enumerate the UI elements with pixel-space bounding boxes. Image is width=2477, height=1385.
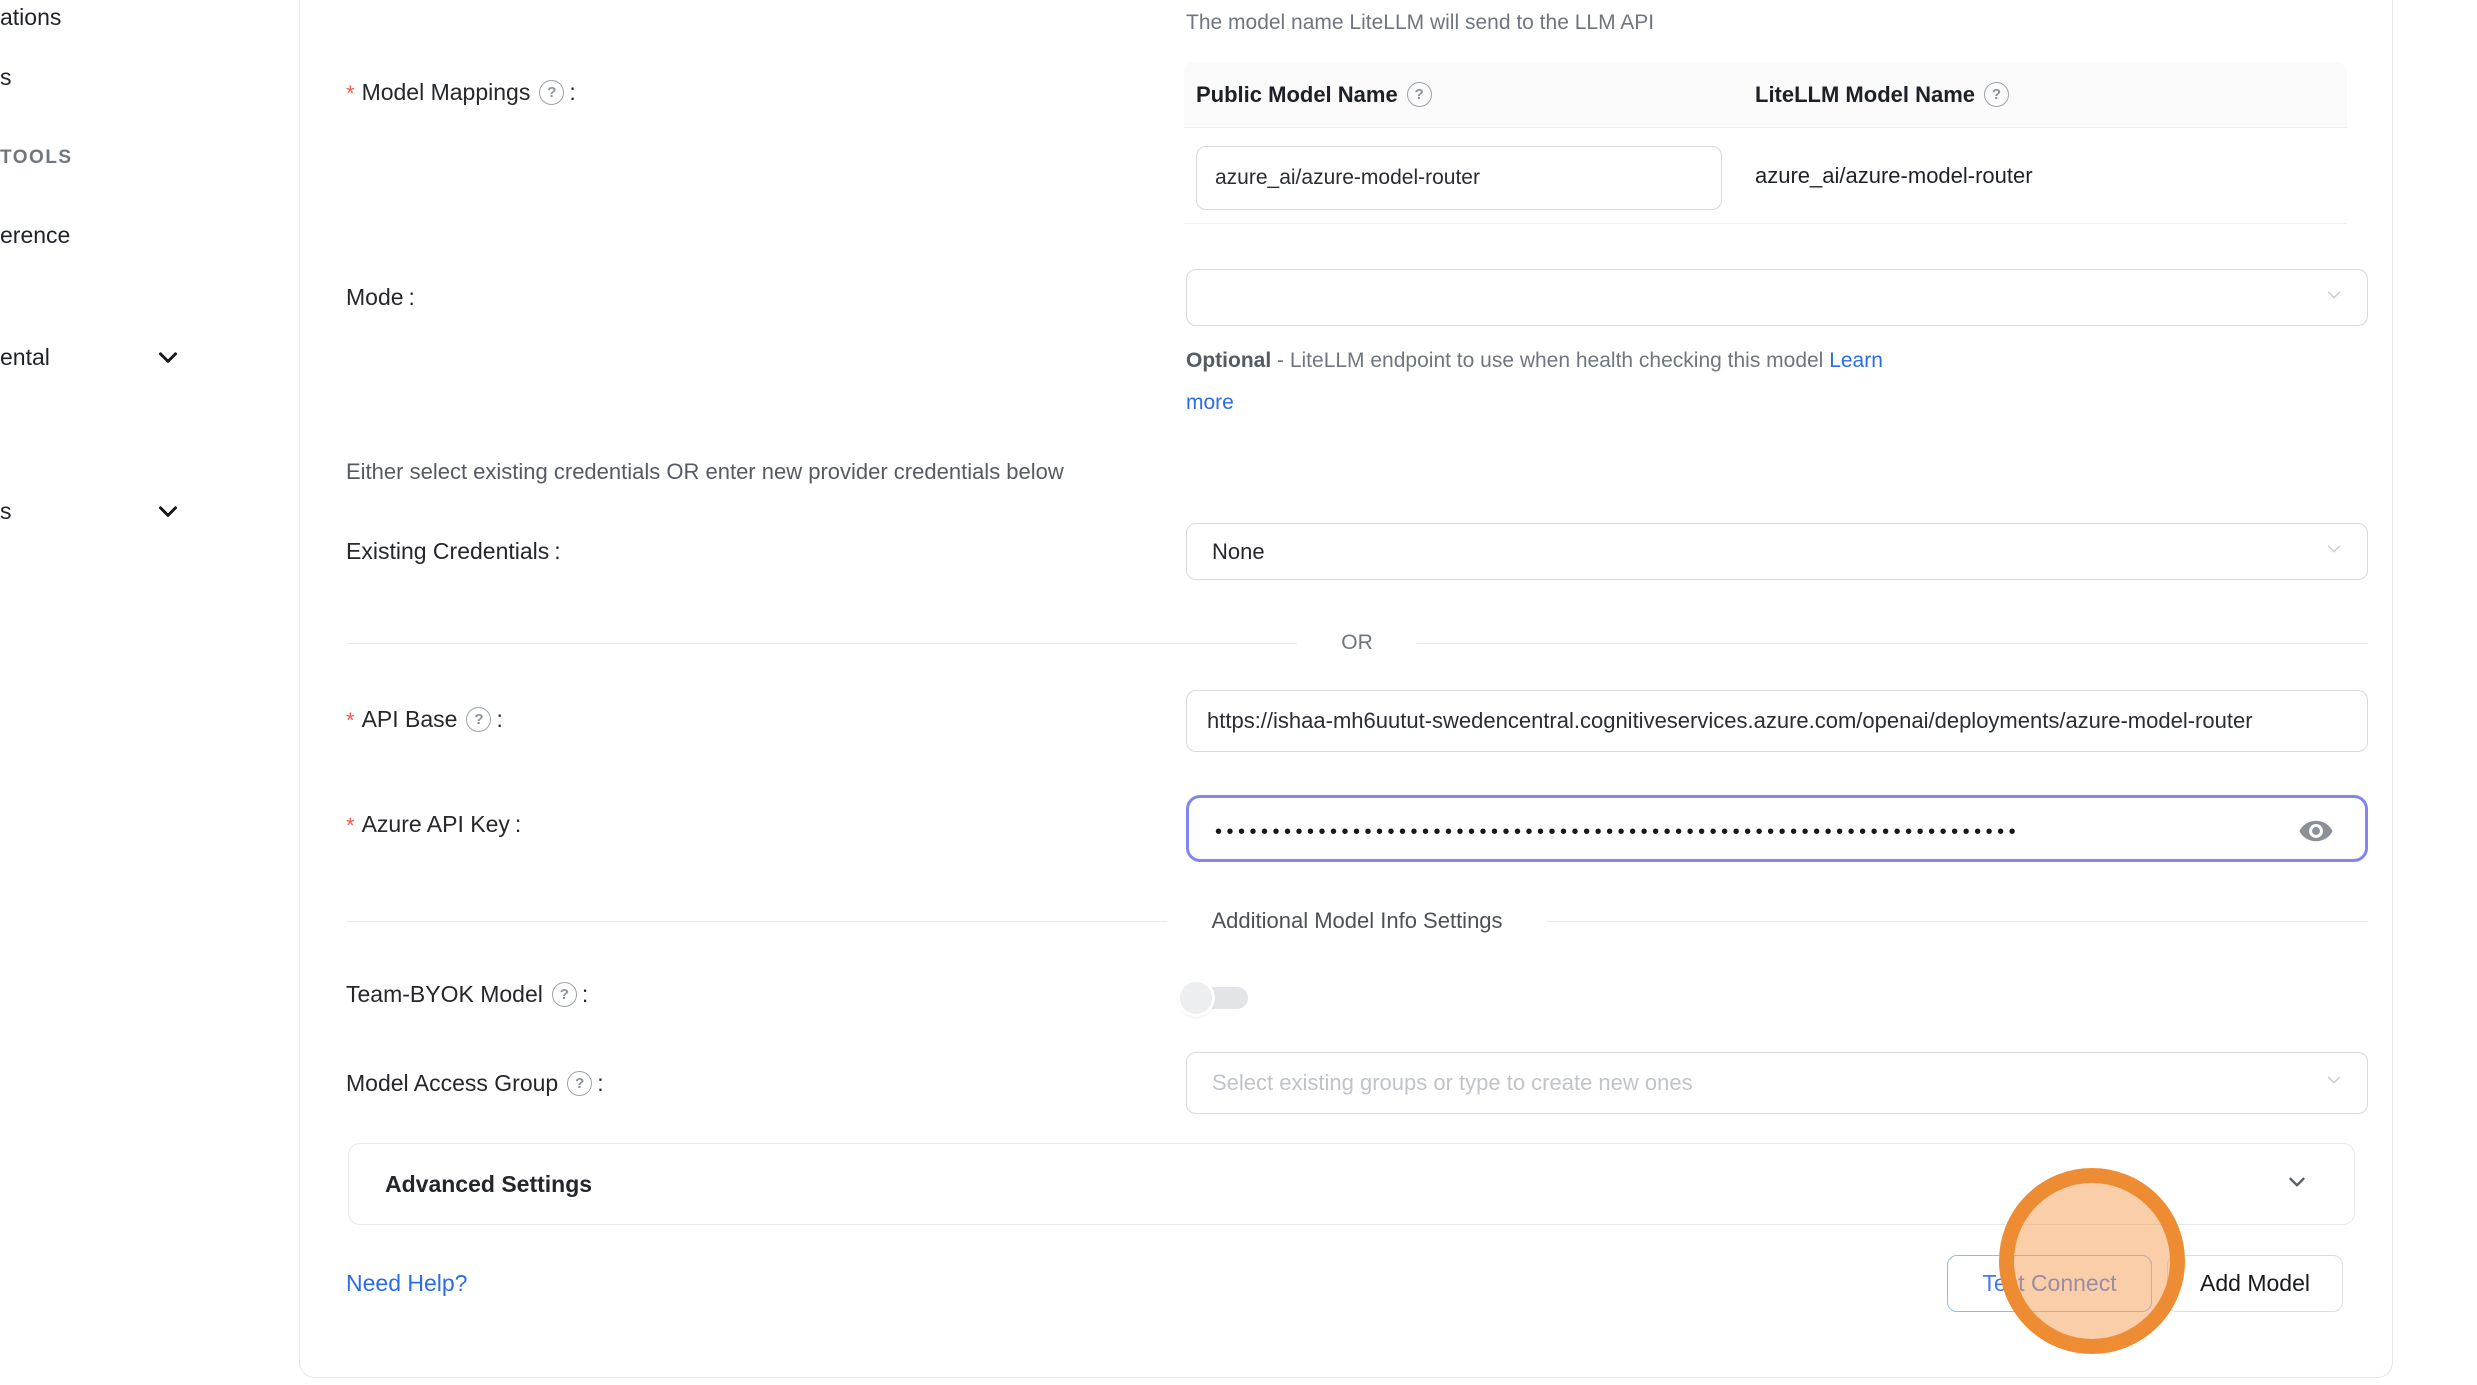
divider-line: [1417, 643, 2368, 644]
existing-credentials-select[interactable]: None: [1186, 523, 2368, 580]
learn-more-link[interactable]: Learn: [1829, 349, 1883, 372]
label-text: Existing Credentials: [346, 538, 549, 565]
sidebar-item-label: s: [0, 64, 12, 91]
sidebar-item-erence[interactable]: erence: [0, 219, 70, 251]
existing-credentials-value: None: [1212, 539, 1265, 565]
sidebar-item-s2[interactable]: s: [0, 495, 12, 527]
column-header-label: Public Model Name: [1196, 82, 1398, 108]
help-icon[interactable]: ?: [552, 982, 577, 1007]
api-base-input[interactable]: [1186, 690, 2368, 752]
add-model-form: The model name LiteLLM will send to the …: [0, 0, 2477, 1385]
sidebar: ations s TOOLS erence ental s: [0, 0, 298, 1385]
label-text: Azure API Key: [362, 811, 510, 838]
sidebar-item-label: s: [0, 498, 12, 525]
label-text: API Base: [362, 706, 458, 733]
chevron-down-icon: [2323, 284, 2345, 312]
required-marker: *: [346, 81, 355, 107]
model-name-hint: The model name LiteLLM will send to the …: [1186, 11, 1654, 35]
help-icon[interactable]: ?: [539, 80, 564, 105]
sidebar-item-label: ental: [0, 344, 50, 371]
model-mappings-table-header: Public Model Name ? LiteLLM Model Name ?: [1184, 62, 2347, 128]
masked-password-value: ••••••••••••••••••••••••••••••••••••••••…: [1215, 822, 2365, 842]
model-access-group-placeholder: Select existing groups or type to create…: [1212, 1070, 1693, 1096]
label-colon: :: [597, 1070, 603, 1097]
azure-api-key-label: * Azure API Key :: [346, 808, 521, 840]
sidebar-section-label: TOOLS: [0, 147, 73, 169]
model-mappings-table-row: azure_ai/azure-model-router: [1184, 128, 2347, 224]
label-text: Model Mappings: [362, 79, 531, 106]
column-header-public-model-name: Public Model Name ?: [1184, 82, 1755, 108]
additional-info-divider-label: Additional Model Info Settings: [1211, 908, 1502, 934]
sidebar-section-tools: TOOLS: [0, 145, 73, 171]
chevron-down-icon: [2323, 538, 2345, 566]
required-marker: *: [346, 813, 355, 839]
chevron-down-icon: [2323, 1069, 2345, 1097]
label-colon: :: [582, 981, 588, 1008]
optional-emphasis: Optional: [1186, 349, 1271, 372]
label-colon: :: [554, 538, 560, 565]
learn-more-link[interactable]: more: [1186, 391, 1234, 414]
help-icon[interactable]: ?: [1407, 82, 1432, 107]
or-divider: OR: [346, 630, 2368, 656]
chevron-down-icon[interactable]: [153, 342, 183, 372]
or-divider-label: OR: [1341, 631, 1373, 655]
mode-help-rest: - LiteLLM endpoint to use when health ch…: [1271, 349, 1829, 372]
sidebar-item-label: erence: [0, 222, 70, 249]
model-mappings-label: * Model Mappings ? :: [346, 76, 576, 108]
existing-credentials-label: Existing Credentials :: [346, 535, 561, 567]
help-icon[interactable]: ?: [466, 707, 491, 732]
azure-api-key-input[interactable]: ••••••••••••••••••••••••••••••••••••••••…: [1186, 795, 2368, 862]
label-colon: :: [515, 811, 521, 838]
chevron-down-icon[interactable]: [153, 496, 183, 526]
sidebar-item-s1[interactable]: s: [0, 61, 12, 93]
mode-label: Mode :: [346, 281, 415, 313]
model-access-group-select[interactable]: Select existing groups or type to create…: [1186, 1052, 2368, 1114]
label-text: Mode: [346, 284, 404, 311]
api-base-label: * API Base ? :: [346, 703, 503, 735]
divider-line: [346, 643, 1297, 644]
divider-line: [346, 921, 1167, 922]
test-connect-button[interactable]: Test Connect: [1947, 1255, 2152, 1312]
chevron-down-icon: [2284, 1169, 2310, 1200]
mode-select[interactable]: [1186, 269, 2368, 326]
sidebar-item-ental[interactable]: ental: [0, 341, 50, 373]
label-colon: :: [496, 706, 502, 733]
mode-help-text: Optional - LiteLLM endpoint to use when …: [1186, 349, 1883, 373]
eye-icon[interactable]: [2297, 812, 2335, 855]
label-text: Model Access Group: [346, 1070, 558, 1097]
need-help-link[interactable]: Need Help?: [346, 1270, 467, 1297]
help-icon[interactable]: ?: [567, 1071, 592, 1096]
add-model-button[interactable]: Add Model: [2167, 1255, 2343, 1312]
toggle-thumb: [1180, 982, 1212, 1014]
label-colon: :: [409, 284, 415, 311]
required-marker: *: [346, 708, 355, 734]
column-header-label: LiteLLM Model Name: [1755, 82, 1975, 108]
model-access-group-label: Model Access Group ? :: [346, 1067, 604, 1099]
label-colon: :: [569, 79, 575, 106]
label-text: Team-BYOK Model: [346, 981, 543, 1008]
divider-line: [1547, 921, 2368, 922]
sidebar-item-label: ations: [0, 4, 61, 31]
sidebar-item-ations[interactable]: ations: [0, 1, 61, 33]
additional-info-divider: Additional Model Info Settings: [346, 908, 2368, 934]
mode-help-text-line2: more: [1186, 391, 1234, 415]
advanced-settings-label: Advanced Settings: [385, 1171, 2284, 1198]
public-model-name-input[interactable]: [1196, 146, 1722, 210]
help-icon[interactable]: ?: [1984, 82, 2009, 107]
advanced-settings-toggle[interactable]: Advanced Settings: [348, 1143, 2355, 1225]
team-byok-toggle[interactable]: [1180, 982, 1250, 1014]
litellm-model-name-value: azure_ai/azure-model-router: [1755, 128, 2033, 223]
credentials-note: Either select existing credentials OR en…: [346, 459, 1064, 485]
team-byok-label: Team-BYOK Model ? :: [346, 978, 588, 1010]
column-header-litellm-model-name: LiteLLM Model Name ?: [1755, 82, 2009, 108]
